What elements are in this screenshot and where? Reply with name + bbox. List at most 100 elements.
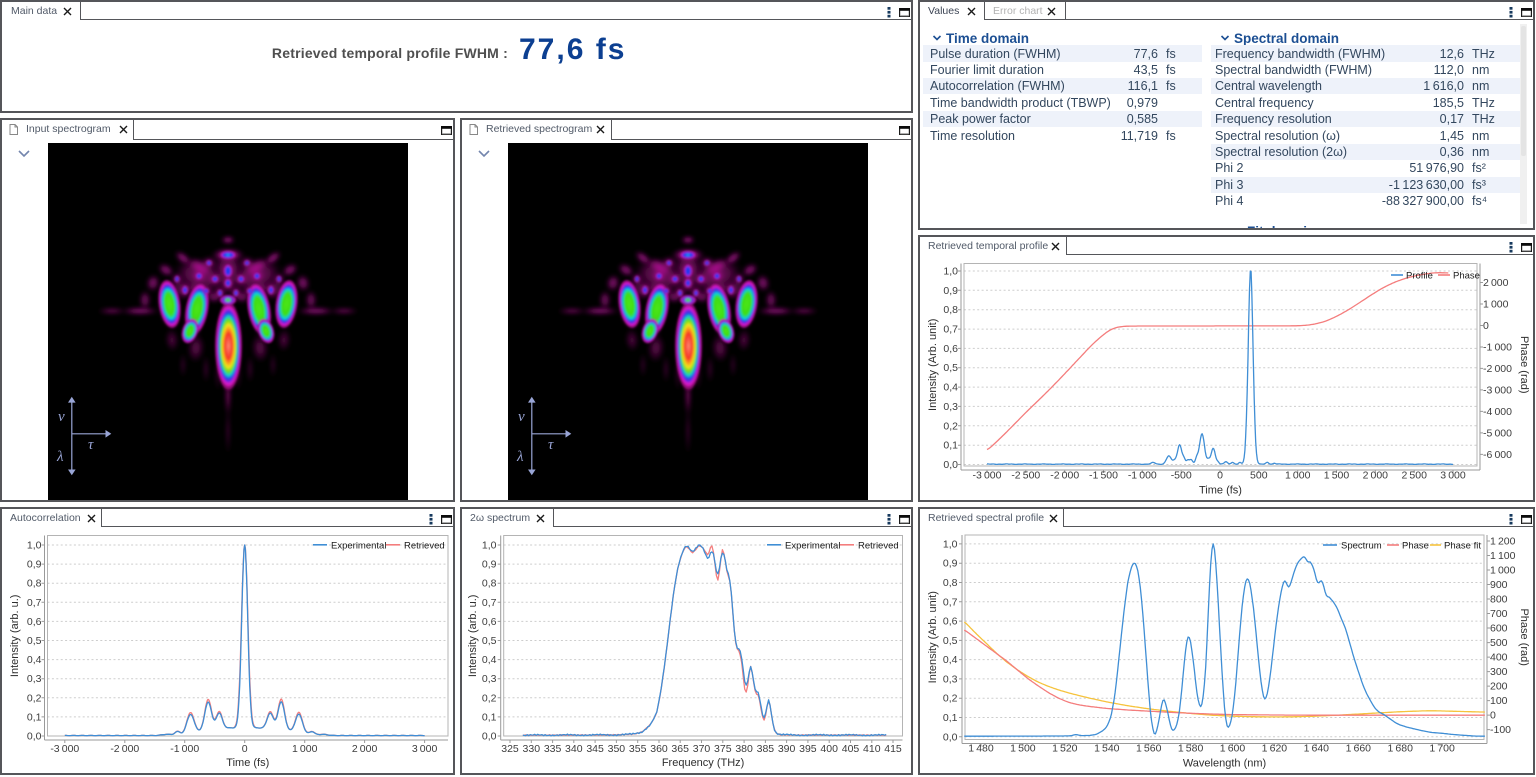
svg-text:0,2: 0,2: [943, 693, 958, 705]
svg-text:1 660: 1 660: [1346, 743, 1372, 755]
svg-text:0,6: 0,6: [943, 343, 958, 355]
svg-text:Frequency (THz): Frequency (THz): [662, 757, 745, 769]
svg-text:ν: ν: [518, 409, 525, 425]
svg-text:0,5: 0,5: [943, 362, 958, 374]
svg-text:-3 000: -3 000: [50, 743, 79, 755]
svg-text:0,9: 0,9: [482, 559, 497, 571]
svg-text:0,0: 0,0: [27, 731, 42, 743]
svg-text:3 000: 3 000: [1440, 470, 1466, 482]
svg-text:1 540: 1 540: [1094, 743, 1120, 755]
svg-text:0,4: 0,4: [27, 654, 42, 666]
svg-text:Intensity (Arb. unit): Intensity (Arb. unit): [927, 319, 939, 411]
svg-text:-6 000: -6 000: [1483, 449, 1512, 461]
svg-text:300: 300: [1490, 666, 1508, 678]
svg-text:-4 000: -4 000: [1483, 406, 1512, 418]
svg-text:0,5: 0,5: [27, 635, 42, 647]
svg-text:-1 000: -1 000: [170, 743, 199, 755]
svg-text:0,5: 0,5: [482, 635, 497, 647]
svg-text:405: 405: [842, 743, 860, 755]
svg-text:0,3: 0,3: [482, 673, 497, 685]
svg-text:0,0: 0,0: [943, 731, 958, 743]
svg-text:Phase: Phase: [1453, 271, 1480, 282]
svg-text:1,0: 1,0: [482, 540, 497, 552]
svg-text:335: 335: [544, 743, 562, 755]
svg-text:-100: -100: [1490, 724, 1511, 736]
svg-text:0,4: 0,4: [943, 382, 958, 394]
svg-text:0: 0: [1490, 710, 1496, 722]
svg-text:500: 500: [1490, 637, 1508, 649]
svg-text:1,0: 1,0: [943, 538, 958, 550]
svg-text:0,9: 0,9: [27, 559, 42, 571]
svg-text:0,6: 0,6: [482, 616, 497, 628]
svg-text:3 000: 3 000: [412, 743, 438, 755]
svg-text:Experimental: Experimental: [331, 540, 386, 551]
svg-text:0,9: 0,9: [943, 285, 958, 297]
svg-text:0,5: 0,5: [943, 635, 958, 647]
svg-text:-2 000: -2 000: [1050, 470, 1079, 482]
svg-text:Retrieved: Retrieved: [404, 540, 445, 551]
svg-text:100: 100: [1490, 695, 1508, 707]
svg-text:-1 000: -1 000: [1483, 342, 1512, 354]
svg-text:0,4: 0,4: [482, 654, 497, 666]
svg-text:1 520: 1 520: [1052, 743, 1078, 755]
svg-text:-2 000: -2 000: [1483, 363, 1512, 375]
svg-text:0,7: 0,7: [943, 596, 958, 608]
svg-text:1 000: 1 000: [1490, 565, 1516, 577]
svg-text:-3 000: -3 000: [973, 470, 1002, 482]
svg-text:1 560: 1 560: [1136, 743, 1162, 755]
svg-text:1 000: 1 000: [292, 743, 318, 755]
svg-text:380: 380: [735, 743, 753, 755]
svg-text:Phase (rad): Phase (rad): [1518, 608, 1530, 665]
svg-text:0,2: 0,2: [27, 692, 42, 704]
svg-text:1,0: 1,0: [27, 540, 42, 552]
svg-text:700: 700: [1490, 608, 1508, 620]
svg-text:Time (fs): Time (fs): [226, 757, 269, 769]
svg-text:345: 345: [586, 743, 604, 755]
svg-text:0,6: 0,6: [943, 616, 958, 628]
svg-text:0,3: 0,3: [943, 401, 958, 413]
svg-text:τ: τ: [548, 437, 554, 453]
svg-text:λ: λ: [56, 449, 64, 465]
svg-text:0,9: 0,9: [943, 558, 958, 570]
svg-text:0: 0: [1217, 470, 1223, 482]
svg-text:360: 360: [650, 743, 668, 755]
svg-text:2 000: 2 000: [1363, 470, 1389, 482]
svg-text:0: 0: [242, 743, 248, 755]
svg-text:0,1: 0,1: [943, 712, 958, 724]
svg-text:0,7: 0,7: [943, 324, 958, 336]
svg-text:Profile: Profile: [1406, 271, 1433, 282]
svg-text:1 700: 1 700: [1429, 743, 1455, 755]
svg-text:0,0: 0,0: [482, 731, 497, 743]
svg-text:1 600: 1 600: [1220, 743, 1246, 755]
svg-text:0,1: 0,1: [943, 440, 958, 452]
svg-text:Experimental: Experimental: [785, 540, 840, 551]
svg-text:800: 800: [1490, 594, 1508, 606]
svg-text:Intensity (arb. u.): Intensity (arb. u.): [467, 595, 479, 678]
svg-text:400: 400: [1490, 652, 1508, 664]
svg-text:330: 330: [523, 743, 541, 755]
svg-text:415: 415: [884, 743, 902, 755]
svg-text:2 500: 2 500: [1401, 470, 1427, 482]
svg-text:395: 395: [799, 743, 817, 755]
svg-text:-1 000: -1 000: [1128, 470, 1157, 482]
svg-text:1 500: 1 500: [1010, 743, 1036, 755]
svg-text:-5 000: -5 000: [1483, 427, 1512, 439]
svg-text:1 100: 1 100: [1490, 550, 1516, 562]
svg-text:0,4: 0,4: [943, 654, 958, 666]
svg-text:Phase (rad): Phase (rad): [1518, 336, 1530, 393]
svg-text:355: 355: [629, 743, 647, 755]
svg-text:τ: τ: [88, 437, 94, 453]
svg-text:1 580: 1 580: [1178, 743, 1204, 755]
svg-text:-500: -500: [1171, 470, 1192, 482]
svg-text:390: 390: [778, 743, 796, 755]
svg-text:1 680: 1 680: [1387, 743, 1413, 755]
svg-text:-3 000: -3 000: [1483, 384, 1512, 396]
svg-text:Phase: Phase: [1402, 541, 1429, 552]
svg-text:-1 500: -1 500: [1089, 470, 1118, 482]
svg-text:λ: λ: [516, 449, 524, 465]
svg-text:0,7: 0,7: [482, 597, 497, 609]
svg-text:0,2: 0,2: [482, 692, 497, 704]
svg-text:1 000: 1 000: [1483, 299, 1509, 311]
svg-text:370: 370: [693, 743, 711, 755]
svg-text:410: 410: [863, 743, 881, 755]
